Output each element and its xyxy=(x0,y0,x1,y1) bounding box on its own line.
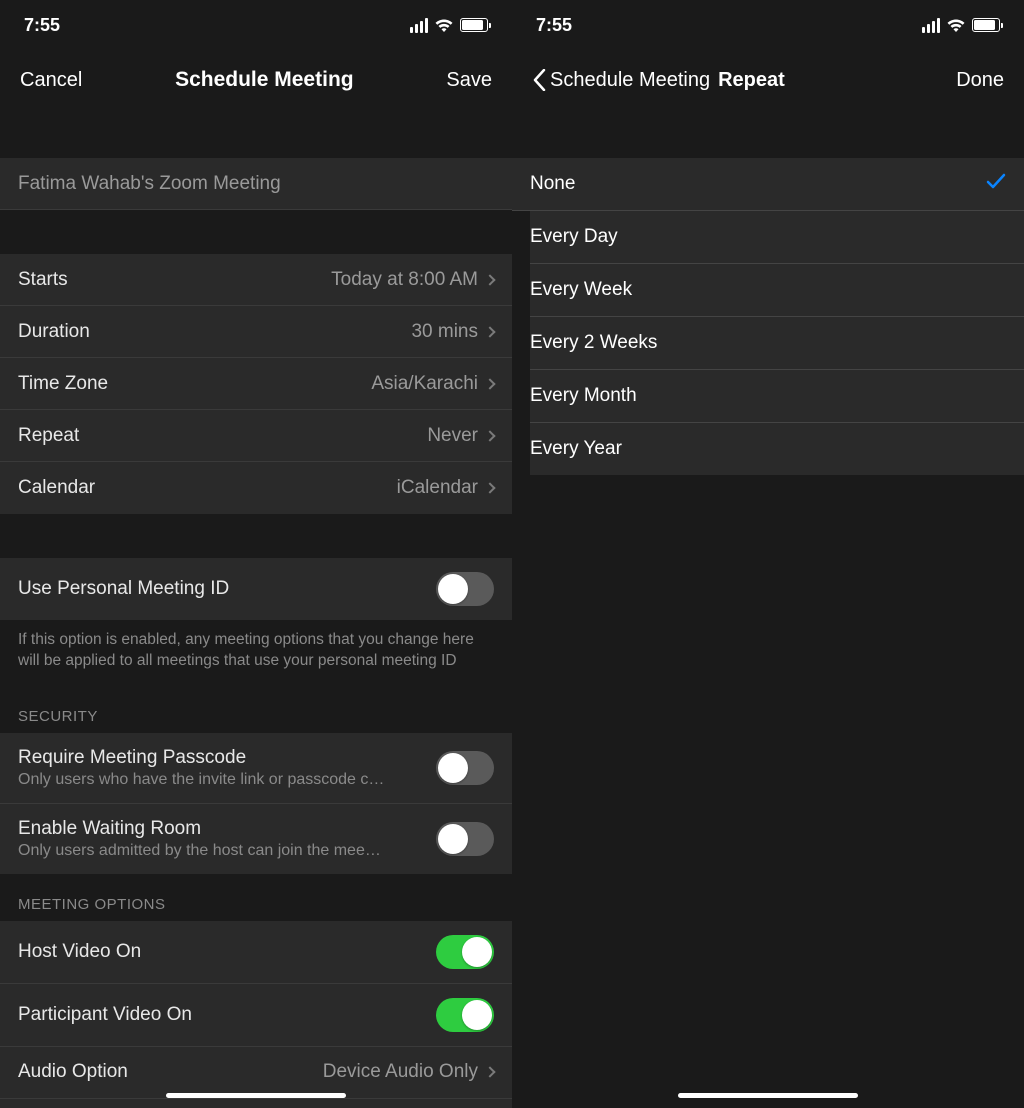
require-passcode-sub: Only users who have the invite link or p… xyxy=(18,771,384,789)
advanced-options-row[interactable]: Advanced Options xyxy=(0,1099,512,1108)
repeat-option-every-week[interactable]: Every Week xyxy=(530,264,1024,317)
participant-video-toggle[interactable] xyxy=(436,998,494,1032)
timezone-value: Asia/Karachi xyxy=(371,373,478,395)
chevron-left-icon xyxy=(532,69,546,91)
meeting-title-value: Fatima Wahab's Zoom Meeting xyxy=(18,173,281,195)
require-passcode-row[interactable]: Require Meeting Passcode Only users who … xyxy=(0,733,512,804)
chevron-right-icon xyxy=(484,430,495,441)
page-title: Schedule Meeting xyxy=(82,68,446,92)
status-indicators xyxy=(410,18,489,33)
time-settings-group: Starts Today at 8:00 AM Duration 30 mins… xyxy=(0,254,512,514)
option-label: Every Day xyxy=(530,226,618,248)
meeting-options-section-header: MEETING OPTIONS xyxy=(0,874,512,921)
repeat-screen: 7:55 Schedule Meeting Repeat Done None xyxy=(512,0,1024,1108)
host-video-toggle[interactable] xyxy=(436,935,494,969)
use-pmi-toggle[interactable] xyxy=(436,572,494,606)
option-label: Every Week xyxy=(530,279,632,301)
timezone-label: Time Zone xyxy=(18,373,108,395)
check-icon xyxy=(986,173,1006,195)
calendar-value: iCalendar xyxy=(397,477,478,499)
back-button[interactable]: Schedule Meeting Repeat xyxy=(532,69,785,92)
nav-bar: Schedule Meeting Repeat Done xyxy=(512,50,1024,110)
pmi-footer-text: If this option is enabled, any meeting o… xyxy=(0,620,512,686)
status-bar: 7:55 xyxy=(0,0,512,50)
audio-option-value: Device Audio Only xyxy=(323,1061,478,1083)
battery-icon xyxy=(460,18,488,32)
repeat-option-every-year[interactable]: Every Year xyxy=(530,423,1024,475)
status-time: 7:55 xyxy=(24,15,60,36)
repeat-option-every-day[interactable]: Every Day xyxy=(530,211,1024,264)
repeat-value: Never xyxy=(427,425,478,447)
wifi-icon xyxy=(946,18,966,33)
battery-icon xyxy=(972,18,1000,32)
audio-option-label: Audio Option xyxy=(18,1061,128,1083)
repeat-option-every-month[interactable]: Every Month xyxy=(530,370,1024,423)
option-label: Every Month xyxy=(530,385,637,407)
home-indicator[interactable] xyxy=(166,1093,346,1098)
repeat-label: Repeat xyxy=(18,425,79,447)
host-video-row[interactable]: Host Video On xyxy=(0,921,512,984)
participant-video-row[interactable]: Participant Video On xyxy=(0,984,512,1047)
status-indicators xyxy=(922,18,1001,33)
require-passcode-label: Require Meeting Passcode xyxy=(18,747,384,769)
audio-option-row[interactable]: Audio Option Device Audio Only xyxy=(0,1047,512,1099)
timezone-row[interactable]: Time Zone Asia/Karachi xyxy=(0,358,512,410)
repeat-options-list: None Every Day Every Week Every 2 Weeks … xyxy=(512,158,1024,475)
content-scroll[interactable]: Fatima Wahab's Zoom Meeting Starts Today… xyxy=(0,110,512,1108)
status-time: 7:55 xyxy=(536,15,572,36)
chevron-right-icon xyxy=(484,378,495,389)
require-passcode-toggle[interactable] xyxy=(436,751,494,785)
back-label: Schedule Meeting xyxy=(550,69,710,92)
home-indicator[interactable] xyxy=(678,1093,858,1098)
option-label: Every Year xyxy=(530,438,622,460)
chevron-right-icon xyxy=(484,326,495,337)
duration-row[interactable]: Duration 30 mins xyxy=(0,306,512,358)
repeat-option-none[interactable]: None xyxy=(512,158,1024,211)
nav-bar: Cancel Schedule Meeting Save xyxy=(0,50,512,110)
save-button[interactable]: Save xyxy=(446,69,492,92)
cellular-signal-icon xyxy=(922,18,941,33)
starts-label: Starts xyxy=(18,269,68,291)
use-pmi-label: Use Personal Meeting ID xyxy=(18,578,229,600)
content-scroll[interactable]: None Every Day Every Week Every 2 Weeks … xyxy=(512,110,1024,1108)
meeting-title-input[interactable]: Fatima Wahab's Zoom Meeting xyxy=(0,158,512,210)
security-group: Require Meeting Passcode Only users who … xyxy=(0,733,512,874)
duration-value: 30 mins xyxy=(411,321,478,343)
done-button[interactable]: Done xyxy=(956,69,1004,92)
waiting-room-toggle[interactable] xyxy=(436,822,494,856)
chevron-right-icon xyxy=(484,274,495,285)
calendar-label: Calendar xyxy=(18,477,95,499)
pmi-group: Use Personal Meeting ID xyxy=(0,558,512,620)
starts-row[interactable]: Starts Today at 8:00 AM xyxy=(0,254,512,306)
wifi-icon xyxy=(434,18,454,33)
chevron-right-icon xyxy=(484,482,495,493)
participant-video-label: Participant Video On xyxy=(18,1004,192,1026)
chevron-right-icon xyxy=(484,1067,495,1078)
option-label: Every 2 Weeks xyxy=(530,332,657,354)
page-title: Repeat xyxy=(718,69,785,92)
waiting-room-row[interactable]: Enable Waiting Room Only users admitted … xyxy=(0,804,512,874)
cellular-signal-icon xyxy=(410,18,429,33)
duration-label: Duration xyxy=(18,321,90,343)
use-pmi-row[interactable]: Use Personal Meeting ID xyxy=(0,558,512,620)
waiting-room-label: Enable Waiting Room xyxy=(18,818,381,840)
schedule-meeting-screen: 7:55 Cancel Schedule Meeting Save Fatima… xyxy=(0,0,512,1108)
option-label: None xyxy=(530,173,575,195)
repeat-option-every-2-weeks[interactable]: Every 2 Weeks xyxy=(530,317,1024,370)
security-section-header: SECURITY xyxy=(0,686,512,733)
starts-value: Today at 8:00 AM xyxy=(331,269,478,291)
waiting-room-sub: Only users admitted by the host can join… xyxy=(18,842,381,860)
repeat-row[interactable]: Repeat Never xyxy=(0,410,512,462)
cancel-button[interactable]: Cancel xyxy=(20,69,82,92)
host-video-label: Host Video On xyxy=(18,941,141,963)
calendar-row[interactable]: Calendar iCalendar xyxy=(0,462,512,514)
meeting-options-group: Host Video On Participant Video On Audio… xyxy=(0,921,512,1108)
status-bar: 7:55 xyxy=(512,0,1024,50)
